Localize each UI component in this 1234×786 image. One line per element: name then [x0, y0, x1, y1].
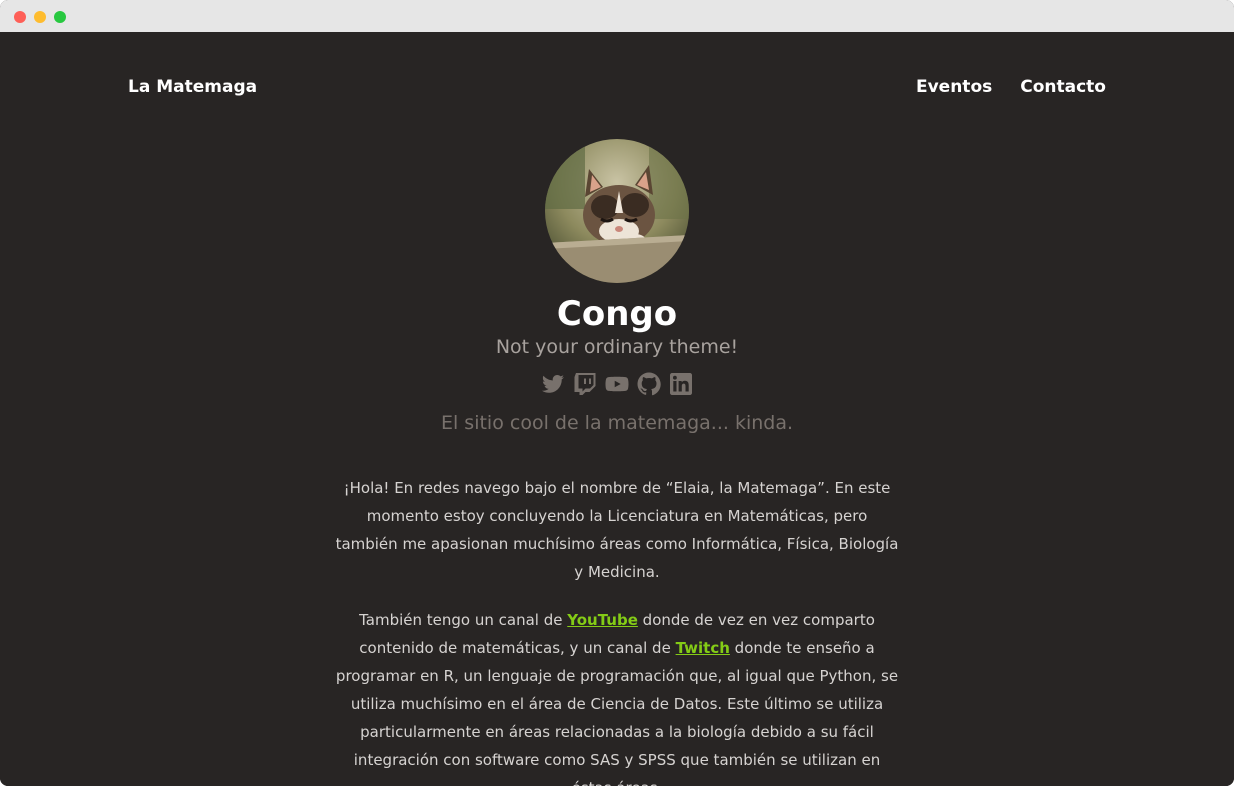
window-titlebar — [0, 0, 1234, 32]
linkedin-link[interactable] — [669, 372, 693, 396]
social-links — [0, 372, 1234, 396]
browser-window: La Matemaga Eventos Contacto Congo Not y… — [0, 0, 1234, 786]
main-nav: Eventos Contacto — [916, 77, 1106, 97]
youtube-text-link[interactable]: YouTube — [567, 611, 638, 629]
linkedin-icon — [670, 373, 692, 395]
page: La Matemaga Eventos Contacto Congo Not y… — [0, 32, 1234, 786]
paragraph-text: donde te enseño a programar en R, un len… — [335, 639, 899, 786]
maximize-window-button[interactable] — [54, 11, 66, 23]
twitter-link[interactable] — [541, 372, 565, 396]
twitch-icon — [574, 373, 596, 395]
youtube-icon — [605, 376, 629, 392]
nav-link-eventos[interactable]: Eventos — [916, 77, 992, 97]
author-headline: Not your ordinary theme! — [495, 336, 739, 358]
close-window-button[interactable] — [14, 11, 26, 23]
site-description: El sitio cool de la matemaga... kinda. — [440, 412, 794, 434]
nav-link-contacto[interactable]: Contacto — [1020, 77, 1106, 97]
twitch-text-link[interactable]: Twitch — [676, 639, 730, 657]
author-name: Congo — [556, 294, 678, 334]
intro-paragraph-1: ¡Hola! En redes navego bajo el nombre de… — [335, 479, 899, 581]
author-avatar — [545, 139, 689, 283]
github-link[interactable] — [637, 372, 661, 396]
paragraph-text: También tengo un canal de — [359, 611, 568, 629]
youtube-link[interactable] — [605, 372, 629, 396]
intro-content: ¡Hola! En redes navego bajo el nombre de… — [335, 474, 899, 786]
site-title-link[interactable]: La Matemaga — [128, 77, 257, 97]
github-icon — [637, 372, 661, 396]
minimize-window-button[interactable] — [34, 11, 46, 23]
twitch-link[interactable] — [573, 372, 597, 396]
twitter-icon — [542, 375, 564, 393]
intro-paragraph-2: También tengo un canal de YouTube donde … — [335, 606, 899, 786]
